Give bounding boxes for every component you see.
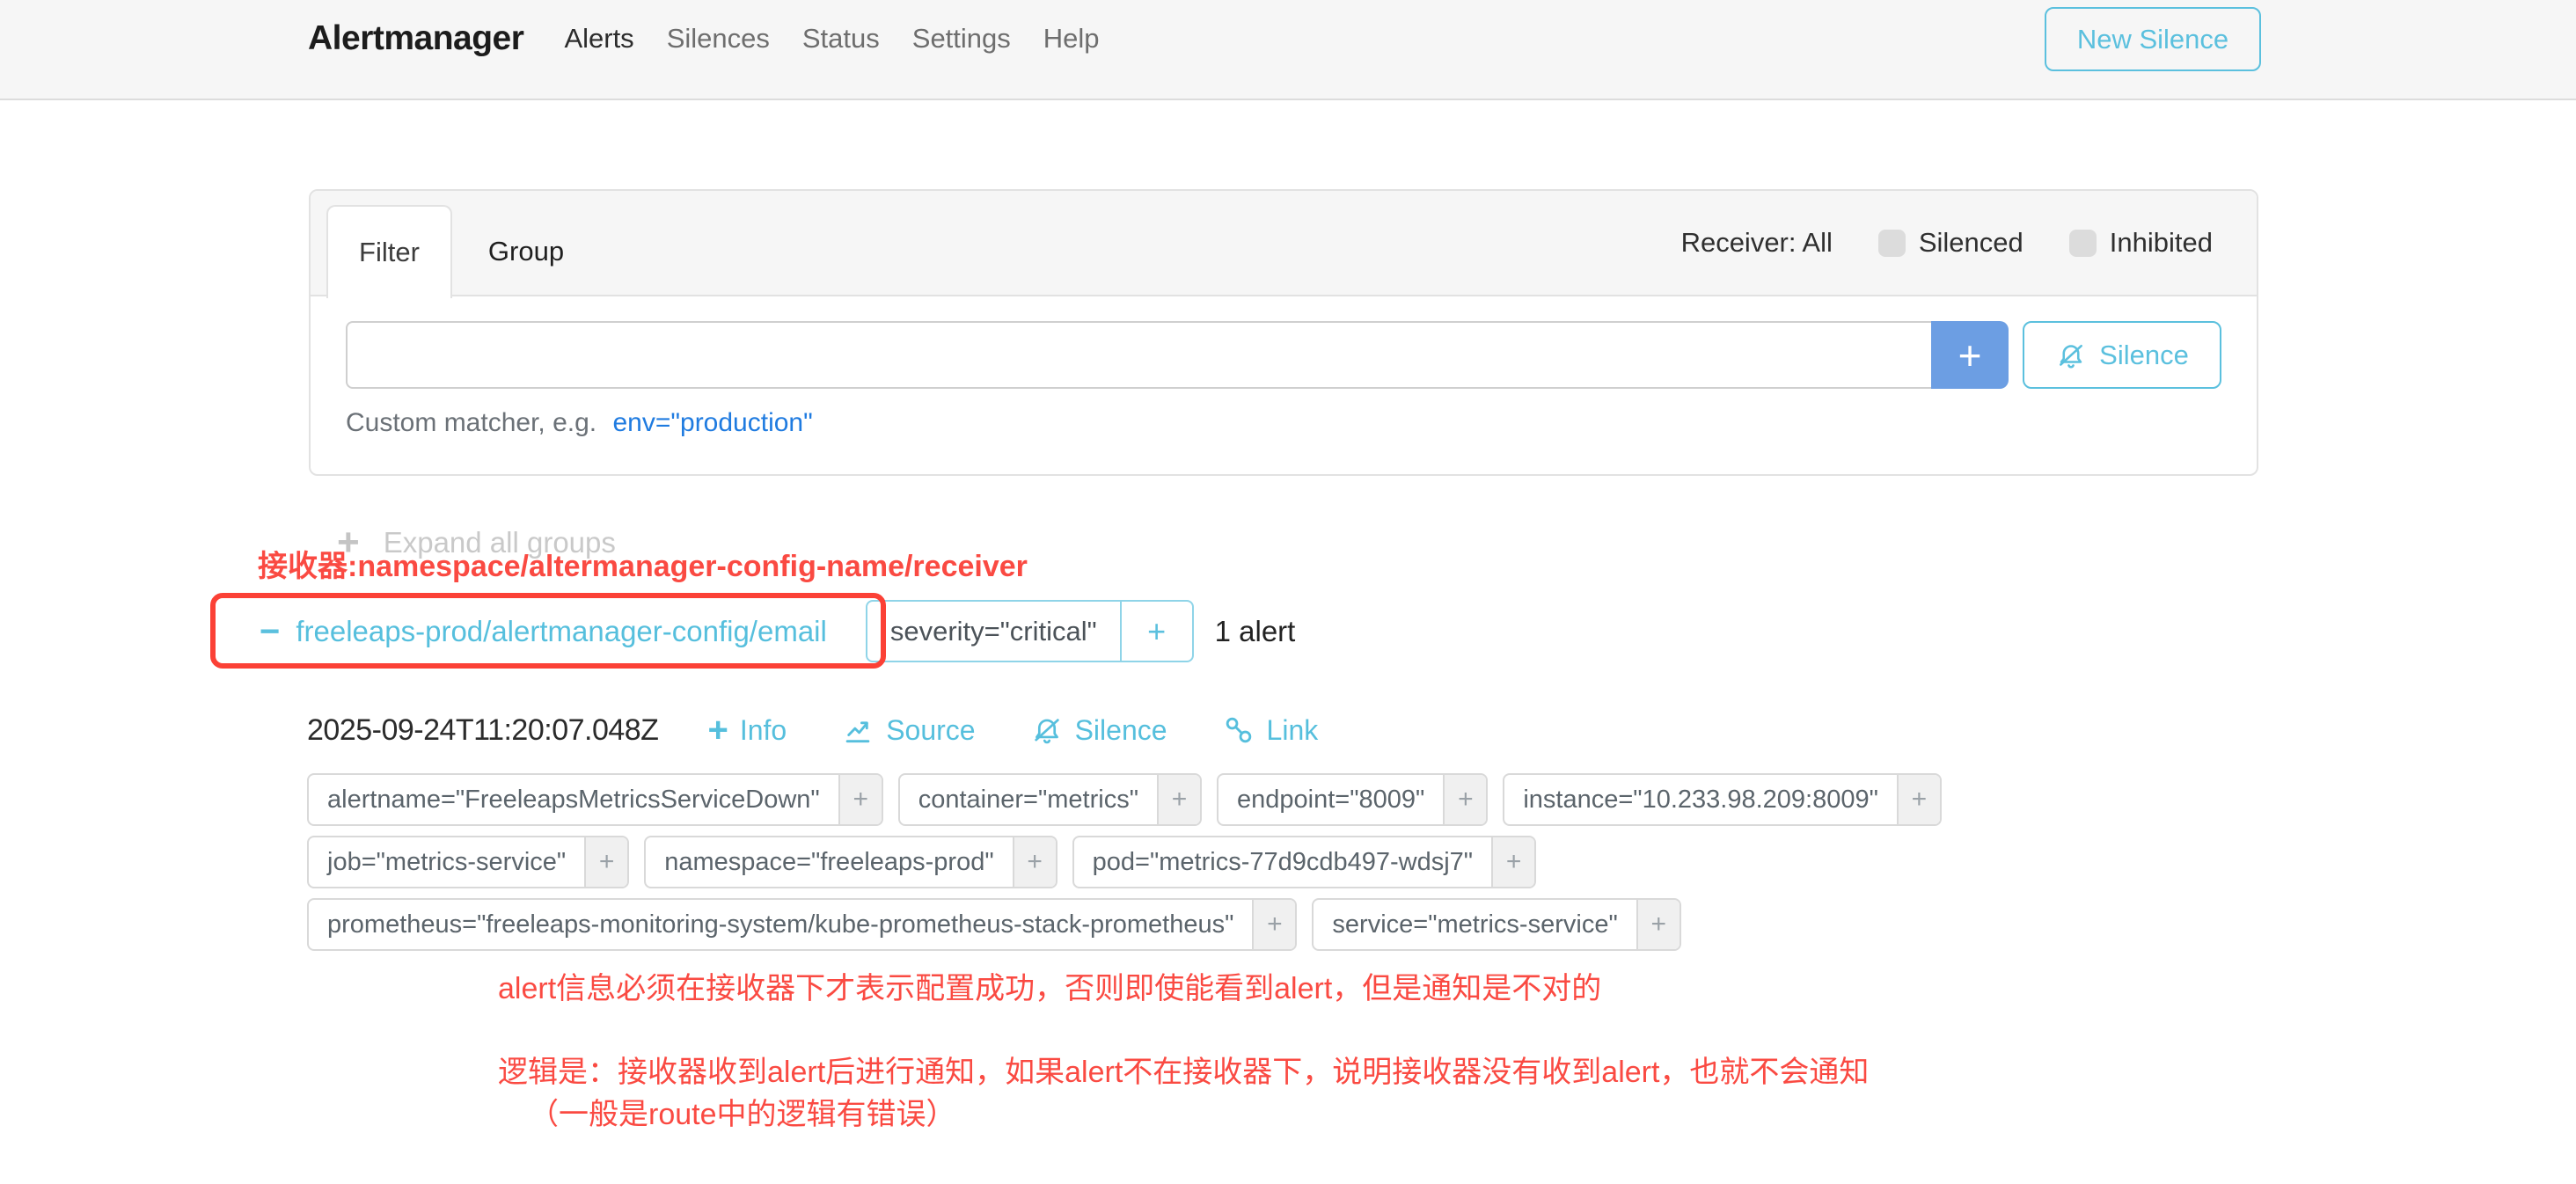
- label-add-button[interactable]: +: [1897, 775, 1940, 824]
- annotation-note-1: alert信息必须在接收器下才表示配置成功，否则即使能看到alert，但是通知是…: [498, 964, 1601, 1007]
- brand-link[interactable]: Alertmanager: [308, 19, 523, 58]
- alert-timestamp: 2025-09-24T11:20:07.048Z: [307, 713, 658, 748]
- inhibited-checkbox[interactable]: [2069, 230, 2097, 257]
- collapse-group-icon[interactable]: −: [260, 614, 280, 649]
- silenced-checkbox-group[interactable]: Silenced: [1878, 227, 2023, 259]
- label-tag: pod="metrics-77d9cdb497-wdsj7" +: [1072, 836, 1536, 888]
- label-tag-text[interactable]: service="metrics-service": [1314, 900, 1636, 949]
- label-tag-text[interactable]: container="metrics": [900, 775, 1157, 824]
- silenced-checkbox-label: Silenced: [1919, 227, 2023, 259]
- source-action-label: Source: [886, 714, 975, 747]
- label-add-button[interactable]: +: [1636, 900, 1680, 949]
- silence-action[interactable]: Silence: [1030, 713, 1167, 748]
- group-receiver-link[interactable]: freeleaps-prod/alertmanager-config/email: [296, 615, 826, 648]
- label-tag: instance="10.233.98.209:8009" +: [1503, 773, 1942, 826]
- label-tag-text[interactable]: alertname="FreeleapsMetricsServiceDown": [309, 775, 838, 824]
- helper-text: Custom matcher, e.g.: [346, 408, 596, 437]
- alert-group-row: − freeleaps-prod/alertmanager-config/ema…: [260, 595, 1295, 668]
- label-tag: endpoint="8009" +: [1217, 773, 1488, 826]
- alert-actions: + Info Source Silence: [707, 713, 1318, 748]
- bell-slash-icon: [2055, 340, 2087, 371]
- silence-filter-button[interactable]: Silence: [2023, 321, 2221, 389]
- add-matcher-button[interactable]: +: [1931, 321, 2009, 389]
- label-tag-text[interactable]: pod="metrics-77d9cdb497-wdsj7": [1074, 837, 1491, 887]
- plus-icon: +: [1958, 332, 1982, 379]
- group-matcher-add-button[interactable]: +: [1120, 602, 1192, 661]
- link-action[interactable]: Link: [1222, 713, 1319, 748]
- chart-icon: [841, 713, 875, 747]
- source-action[interactable]: Source: [841, 713, 975, 748]
- matcher-helper: Custom matcher, e.g. env="production": [346, 408, 2221, 438]
- plus-icon: +: [707, 713, 728, 748]
- annotation-note-2: 逻辑是：接收器收到alert后进行通知，如果alert不在接收器下，说明接收器没…: [498, 1048, 1869, 1091]
- inhibited-checkbox-group[interactable]: Inhibited: [2069, 227, 2213, 259]
- nav-item-alerts[interactable]: Alerts: [564, 23, 633, 55]
- label-tag-text[interactable]: job="metrics-service": [309, 837, 584, 887]
- label-tag: alertname="FreeleapsMetricsServiceDown" …: [307, 773, 883, 826]
- info-action-label: Info: [740, 714, 787, 747]
- info-action[interactable]: + Info: [707, 713, 787, 748]
- filter-card-header: Filter Group Receiver: All Silenced Inhi…: [311, 191, 2257, 296]
- label-add-button[interactable]: +: [584, 837, 627, 887]
- nav-links: Alerts Silences Status Settings Help: [564, 23, 1099, 55]
- label-tag-text[interactable]: namespace="freeleaps-prod": [646, 837, 1012, 887]
- top-navbar: Alertmanager Alerts Silences Status Sett…: [0, 0, 2576, 100]
- label-tag: service="metrics-service" +: [1312, 898, 1680, 951]
- nav-item-silences[interactable]: Silences: [667, 23, 770, 55]
- tab-filter[interactable]: Filter: [326, 205, 452, 298]
- inhibited-checkbox-label: Inhibited: [2110, 227, 2213, 259]
- receiver-filter[interactable]: Receiver: All: [1681, 227, 1833, 259]
- group-matcher-label[interactable]: severity="critical": [867, 602, 1120, 661]
- silence-action-label: Silence: [1075, 714, 1167, 747]
- label-tag: namespace="freeleaps-prod" +: [644, 836, 1057, 888]
- nav-item-status[interactable]: Status: [802, 23, 880, 55]
- link-icon: [1222, 713, 1255, 747]
- bell-slash-icon: [1030, 713, 1064, 747]
- label-tag-text[interactable]: instance="10.233.98.209:8009": [1504, 775, 1897, 824]
- filter-card-body: + Silence Custom matcher, e.g. env="prod…: [311, 296, 2257, 438]
- alert-meta-row: 2025-09-24T11:20:07.048Z + Info Source: [307, 713, 1318, 748]
- tab-group[interactable]: Group: [452, 205, 600, 298]
- alert-count: 1 alert: [1215, 615, 1296, 648]
- label-add-button[interactable]: +: [1252, 900, 1295, 949]
- label-add-button[interactable]: +: [1443, 775, 1486, 824]
- plus-icon: +: [1147, 613, 1166, 650]
- label-tag-text[interactable]: prometheus="freeleaps-monitoring-system/…: [309, 900, 1252, 949]
- label-tag: prometheus="freeleaps-monitoring-system/…: [307, 898, 1297, 951]
- silence-filter-label: Silence: [2099, 340, 2189, 371]
- filter-card: Filter Group Receiver: All Silenced Inhi…: [309, 189, 2258, 476]
- matcher-input[interactable]: [346, 321, 1931, 389]
- filter-options: Receiver: All Silenced Inhibited: [1681, 191, 2213, 295]
- label-add-button[interactable]: +: [1491, 837, 1534, 887]
- alert-labels: alertname="FreeleapsMetricsServiceDown" …: [307, 773, 1942, 951]
- receiver-annotation: 接收器:namespace/altermanager-config-name/r…: [258, 542, 1028, 585]
- alertmanager-page: Alertmanager Alerts Silences Status Sett…: [0, 0, 2576, 1184]
- label-tag: container="metrics" +: [898, 773, 1202, 826]
- new-silence-button[interactable]: New Silence: [2045, 7, 2261, 71]
- group-matcher-tag: severity="critical" +: [866, 600, 1194, 662]
- annotation-note-3: （一般是route中的逻辑有错误）: [529, 1090, 956, 1133]
- silenced-checkbox[interactable]: [1878, 230, 1906, 257]
- helper-example-link[interactable]: env="production": [612, 408, 812, 437]
- label-add-button[interactable]: +: [1157, 775, 1200, 824]
- nav-item-help[interactable]: Help: [1043, 23, 1100, 55]
- label-tag: job="metrics-service" +: [307, 836, 629, 888]
- label-tag-text[interactable]: endpoint="8009": [1218, 775, 1443, 824]
- label-add-button[interactable]: +: [1013, 837, 1056, 887]
- nav-item-settings[interactable]: Settings: [912, 23, 1011, 55]
- link-action-label: Link: [1267, 714, 1319, 747]
- label-add-button[interactable]: +: [838, 775, 882, 824]
